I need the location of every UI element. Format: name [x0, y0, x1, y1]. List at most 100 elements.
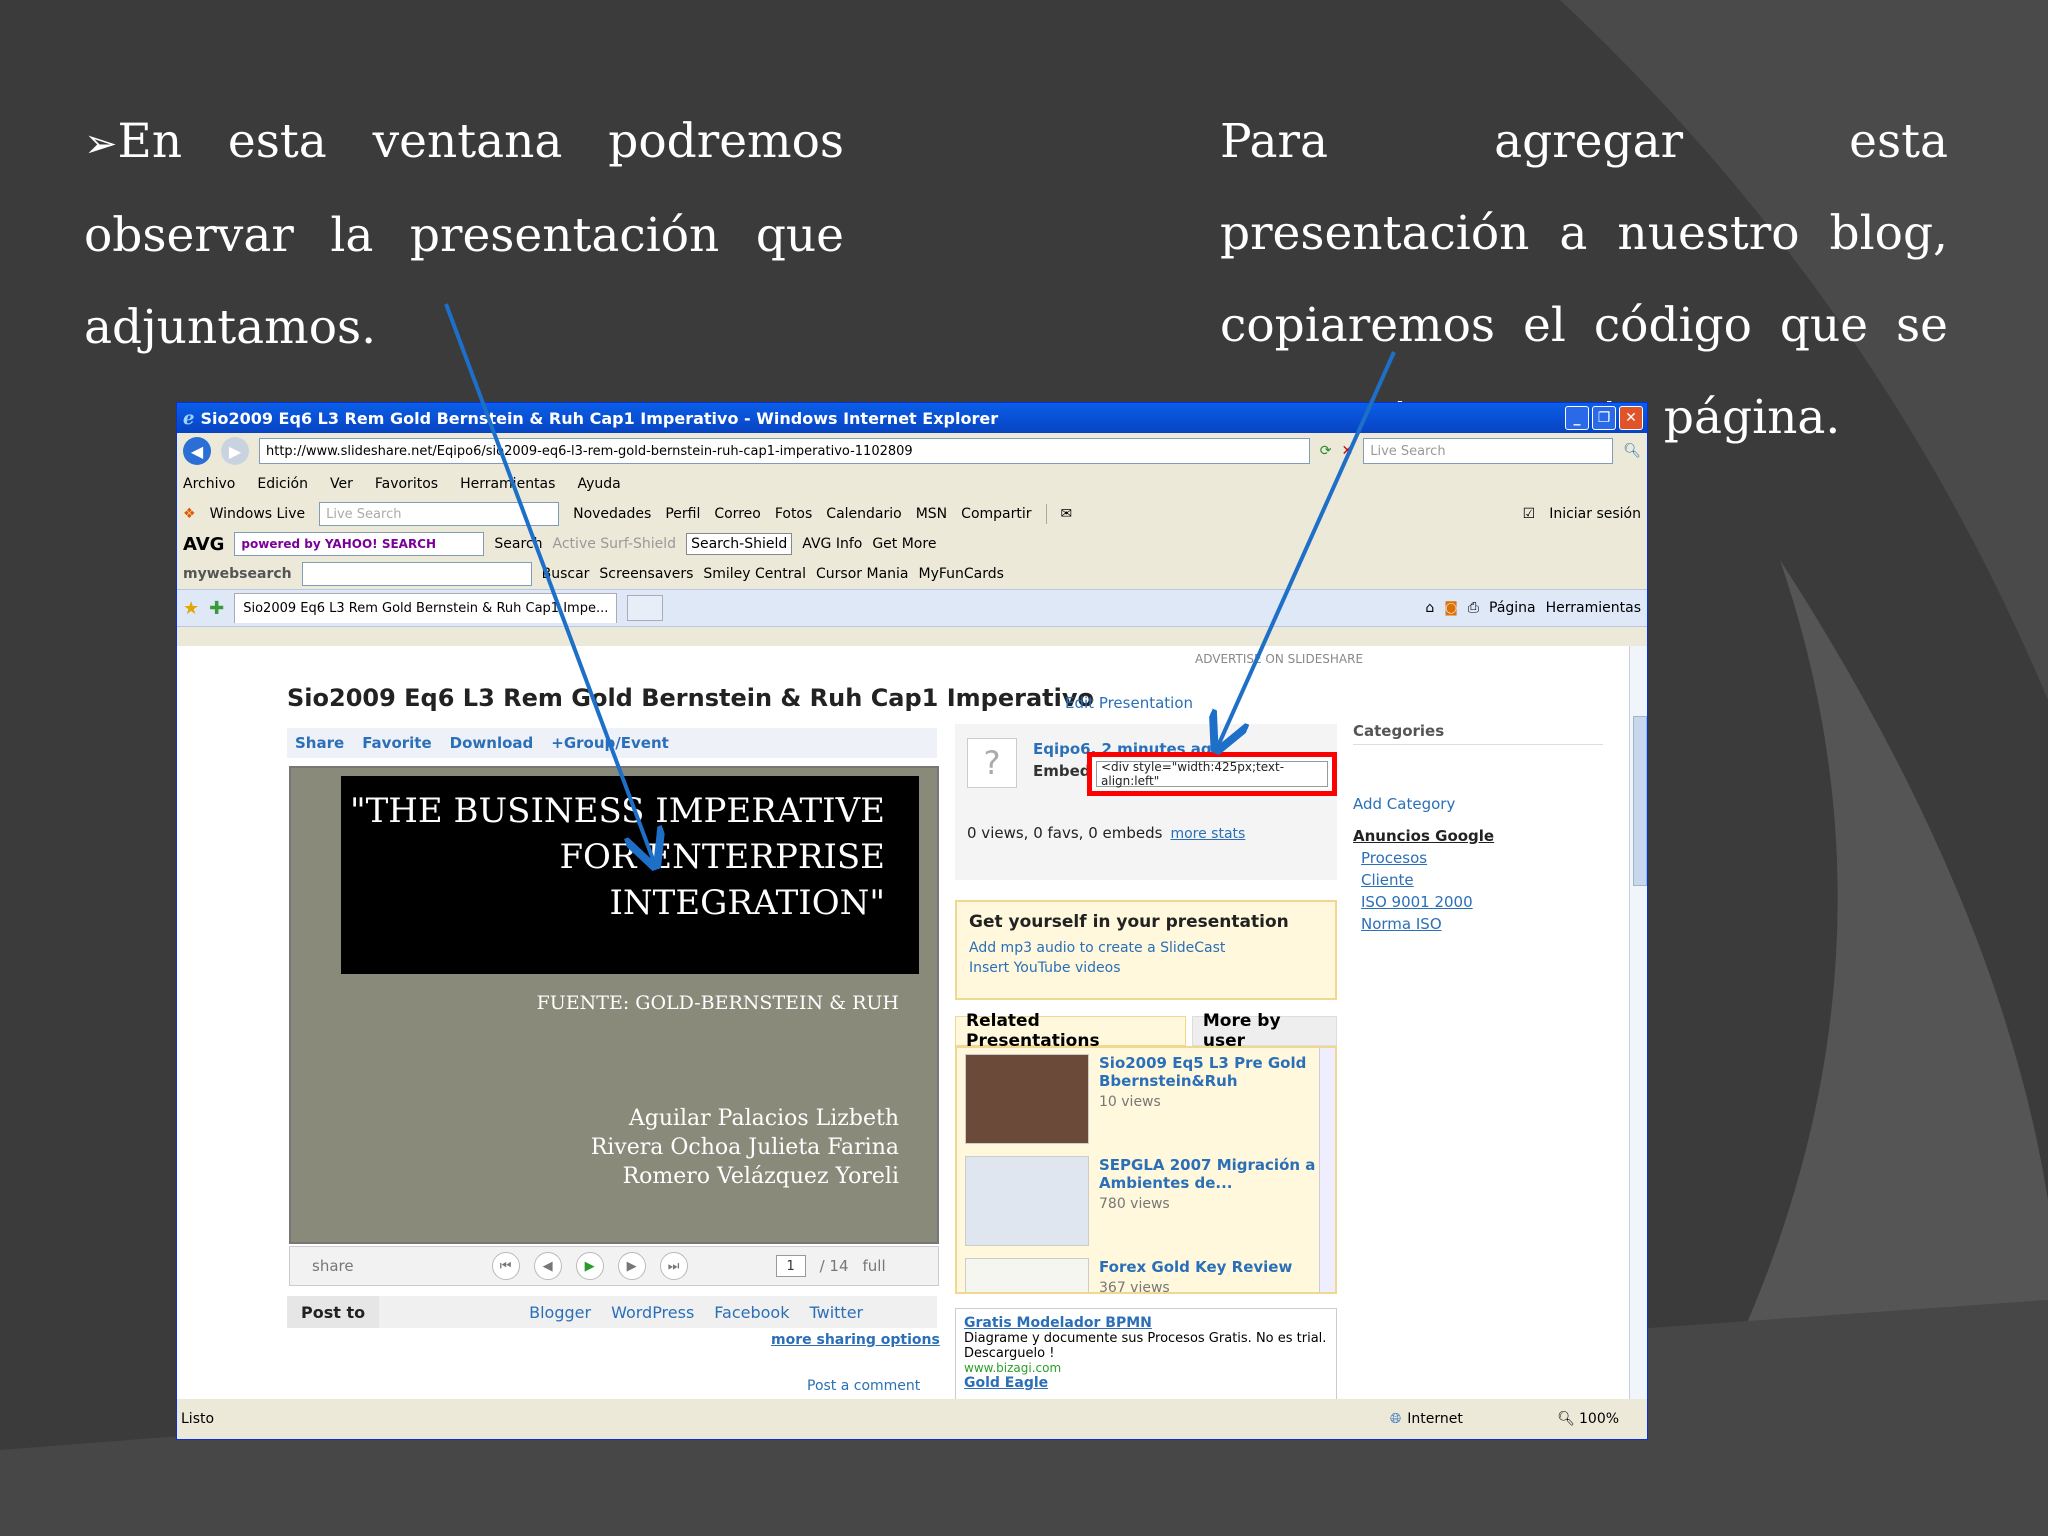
edit-presentation-link[interactable]: Edit Presentation — [1065, 694, 1193, 712]
ad-link-iso[interactable]: ISO 9001 2000 — [1361, 893, 1603, 911]
post-comment-link[interactable]: Post a comment — [807, 1378, 920, 1394]
add-category-link[interactable]: Add Category — [1353, 795, 1603, 813]
post-wordpress[interactable]: WordPress — [611, 1303, 694, 1322]
avg-search[interactable]: Search — [494, 536, 542, 552]
menu-ayuda[interactable]: Ayuda — [577, 476, 620, 492]
favorites-star-icon[interactable]: ★ — [183, 598, 199, 619]
related-thumbnail[interactable] — [965, 1054, 1089, 1144]
related-thumbnail[interactable] — [965, 1156, 1089, 1246]
window-titlebar[interactable]: ℯ Sio2009 Eq6 L3 Rem Gold Bernstein & Ru… — [177, 403, 1647, 433]
avg-get-more[interactable]: Get More — [872, 536, 936, 552]
avg-active-surf-shield[interactable]: Active Surf-Shield — [553, 536, 677, 552]
first-slide-icon[interactable]: ⏮ — [491, 1252, 520, 1280]
favorite-button[interactable]: Favorite — [362, 734, 431, 752]
live-link-perfil[interactable]: Perfil — [665, 506, 700, 522]
more-stats-link[interactable]: more stats — [1170, 826, 1245, 842]
mws-myfuncards[interactable]: MyFunCards — [919, 566, 1004, 582]
restore-button[interactable]: ❐ — [1592, 406, 1616, 430]
mws-screensavers[interactable]: Screensavers — [599, 566, 693, 582]
herramientas-menu[interactable]: Herramientas — [1546, 600, 1641, 616]
tab-active[interactable]: Sio2009 Eq6 L3 Rem Gold Bernstein & Ruh … — [234, 593, 618, 623]
play-icon[interactable]: ▶ — [575, 1252, 604, 1280]
home-icon[interactable]: ⌂ — [1425, 600, 1434, 616]
minimize-button[interactable]: _ — [1565, 406, 1589, 430]
prev-slide-icon[interactable]: ◀ — [533, 1252, 562, 1280]
mws-smiley-central[interactable]: Smiley Central — [703, 566, 806, 582]
live-link-msn[interactable]: MSN — [916, 506, 947, 522]
list-item[interactable]: SEPGLA 2007 Migración a Ambientes de... 7… — [957, 1150, 1335, 1252]
ad-next-title[interactable]: Gold Eagle — [964, 1375, 1328, 1391]
rss-icon[interactable]: ◙ — [1444, 600, 1458, 616]
related-title[interactable]: SEPGLA 2007 Migración a Ambientes de... — [1099, 1156, 1327, 1192]
forward-button[interactable]: ▶ — [221, 437, 249, 465]
mws-buscar[interactable]: Buscar — [542, 566, 590, 582]
tab-more-by-user[interactable]: More by user — [1191, 1011, 1337, 1051]
pagina-menu[interactable]: Página — [1489, 600, 1536, 616]
google-ads-title[interactable]: Anuncios Google — [1353, 827, 1603, 845]
fullscreen-button[interactable]: full — [863, 1257, 886, 1275]
more-sharing-link[interactable]: more sharing options — [771, 1332, 940, 1348]
zoom-level[interactable]: 100% — [1579, 1411, 1647, 1427]
ad-link-cliente[interactable]: Cliente — [1361, 871, 1603, 889]
scrollbar-thumb[interactable] — [1633, 716, 1647, 886]
close-button[interactable]: ✕ — [1619, 406, 1643, 430]
avg-search-shield[interactable]: Search-Shield — [686, 533, 793, 555]
refresh-icon[interactable]: ⟳ — [1320, 443, 1332, 459]
ad-link-norma-iso[interactable]: Norma ISO — [1361, 915, 1603, 933]
menu-edicion[interactable]: Edición — [257, 476, 308, 492]
post-blogger[interactable]: Blogger — [529, 1303, 591, 1322]
insert-youtube-link[interactable]: Insert YouTube videos — [969, 960, 1323, 976]
live-link-calendario[interactable]: Calendario — [826, 506, 901, 522]
signin-link[interactable]: Iniciar sesión — [1549, 506, 1641, 522]
live-link-compartir[interactable]: Compartir — [961, 506, 1031, 522]
download-button[interactable]: Download — [450, 734, 534, 752]
avg-info[interactable]: AVG Info — [802, 536, 862, 552]
embed-code-field[interactable]: <div style="width:425px;text-align:left" — [1096, 760, 1328, 788]
slide-viewer[interactable]: "THE BUSINESS IMPERATIVE FOR ENTERPRISE … — [289, 766, 939, 1244]
page-scrollbar[interactable] — [1629, 646, 1647, 1401]
mws-cursor-mania[interactable]: Cursor Mania — [816, 566, 908, 582]
live-search-input[interactable]: Live Search — [1363, 438, 1614, 464]
page-number-input[interactable]: 1 — [775, 1255, 806, 1277]
list-item[interactable]: Sio2009 Eq5 L3 Pre Gold Bbernstein&Ruh 10… — [957, 1048, 1335, 1150]
back-button[interactable]: ◀ — [183, 437, 211, 465]
windows-live-search[interactable]: Live Search — [319, 502, 560, 526]
list-item[interactable]: Forex Gold Key Review 367 views — [957, 1252, 1335, 1294]
last-slide-icon[interactable]: ⏭ — [659, 1252, 688, 1280]
next-slide-icon[interactable]: ▶ — [617, 1252, 646, 1280]
menu-ver[interactable]: Ver — [330, 476, 353, 492]
new-tab-button[interactable] — [627, 595, 664, 621]
live-link-fotos[interactable]: Fotos — [775, 506, 812, 522]
tab-related[interactable]: Related Presentations — [955, 1011, 1186, 1051]
stop-icon[interactable]: ✕ — [1341, 443, 1353, 459]
player-share-button[interactable]: share — [312, 1257, 354, 1275]
add-favorite-icon[interactable]: ✚ — [209, 598, 224, 619]
share-button[interactable]: Share — [295, 734, 344, 752]
menu-herramientas[interactable]: Herramientas — [460, 476, 555, 492]
post-twitter[interactable]: Twitter — [809, 1303, 863, 1322]
ad-link-procesos[interactable]: Procesos — [1361, 849, 1603, 867]
yahoo-search-input[interactable]: powered by YAHOO! SEARCH — [234, 532, 485, 556]
search-icon[interactable]: 🔍︎ — [1623, 443, 1641, 459]
ad-url[interactable]: www.bizagi.com — [964, 1361, 1328, 1375]
related-views: 367 views — [1099, 1280, 1170, 1294]
menu-favoritos[interactable]: Favoritos — [375, 476, 438, 492]
related-title[interactable]: Forex Gold Key Review — [1099, 1258, 1292, 1276]
ad-title[interactable]: Gratis Modelador BPMN — [964, 1315, 1328, 1331]
related-thumbnail[interactable] — [965, 1258, 1089, 1292]
print-icon[interactable]: ⎙ — [1468, 600, 1479, 616]
signin-icon[interactable]: ☑ — [1523, 506, 1536, 522]
related-scrollbar[interactable] — [1319, 1048, 1335, 1292]
avg-logo[interactable]: AVG — [183, 534, 224, 555]
post-facebook[interactable]: Facebook — [714, 1303, 789, 1322]
live-link-correo[interactable]: Correo — [714, 506, 760, 522]
mail-icon[interactable]: ✉ — [1061, 506, 1073, 522]
mywebsearch-input[interactable] — [301, 562, 532, 586]
menu-archivo[interactable]: Archivo — [183, 476, 235, 492]
related-title[interactable]: Sio2009 Eq5 L3 Pre Gold Bbernstein&Ruh — [1099, 1054, 1327, 1090]
advertise-link[interactable]: ADVERTISE ON SLIDESHARE — [1195, 652, 1363, 666]
url-field[interactable]: http://www.slideshare.net/Eqipo6/sio2009… — [259, 438, 1310, 464]
add-mp3-link[interactable]: Add mp3 audio to create a SlideCast — [969, 940, 1323, 956]
live-link-novedades[interactable]: Novedades — [573, 506, 651, 522]
group-event-button[interactable]: +Group/Event — [551, 734, 669, 752]
